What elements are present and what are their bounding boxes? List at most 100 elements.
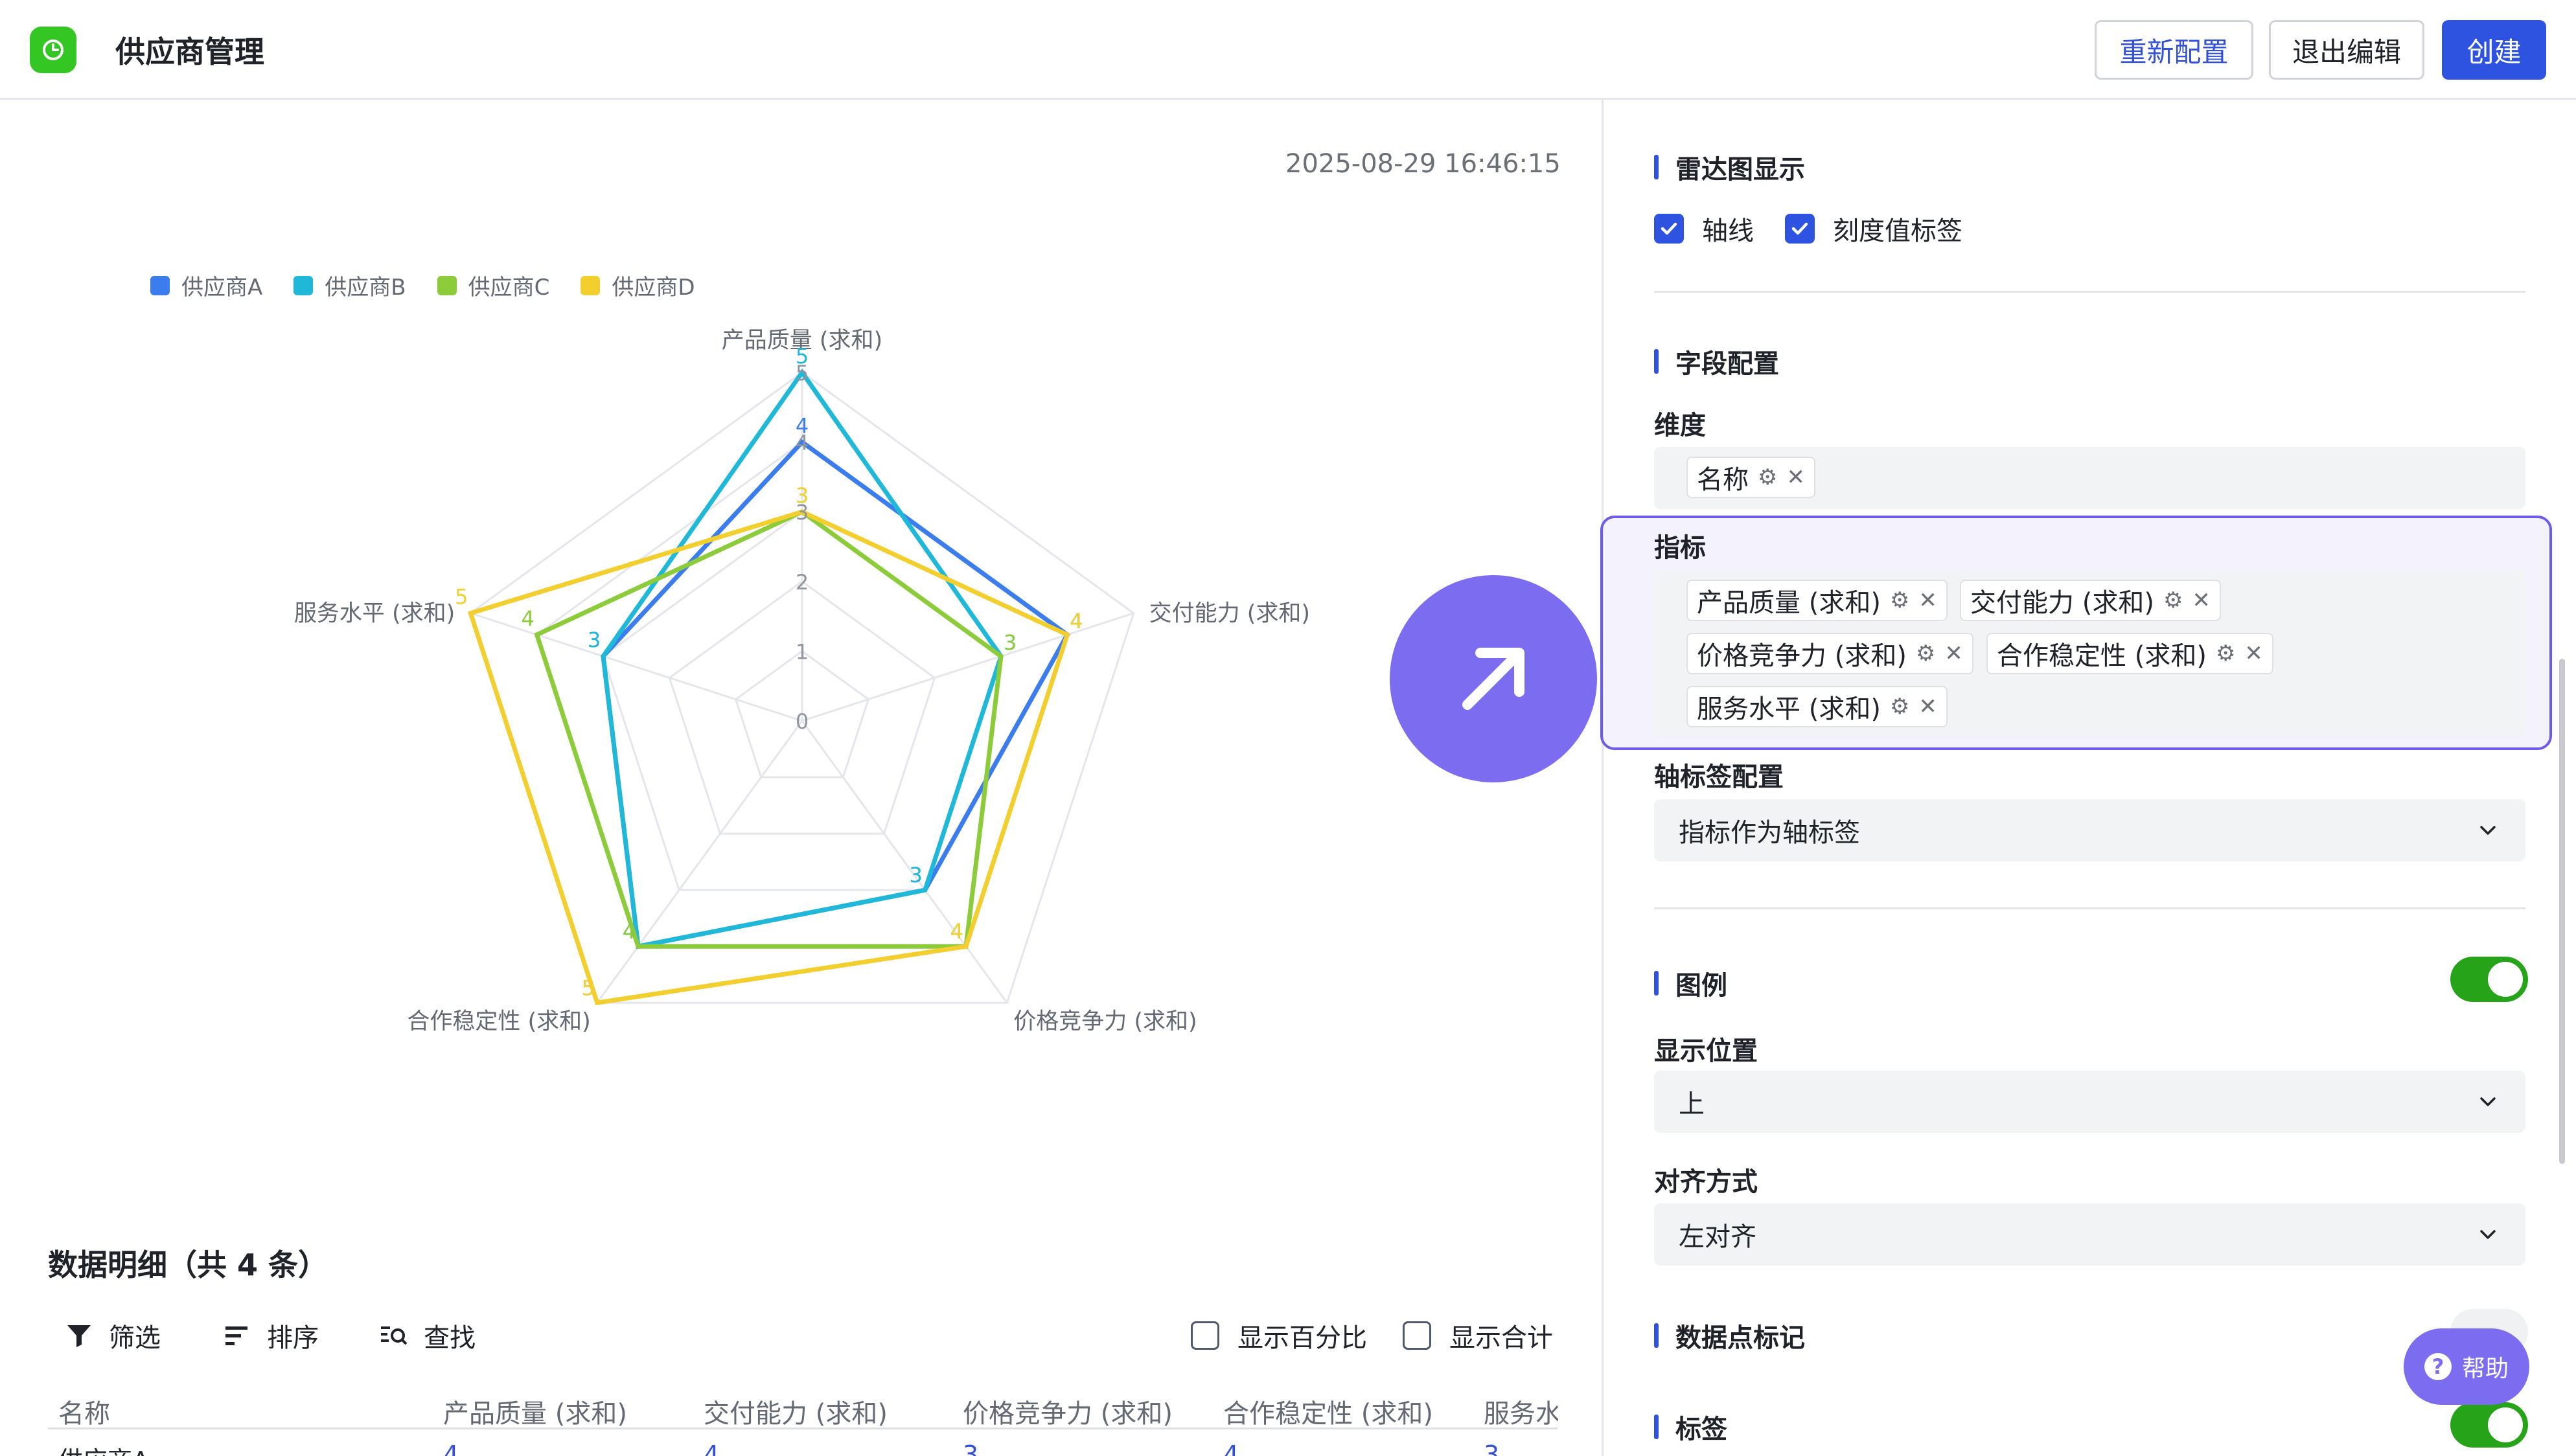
tick-label-label: 刻度值标签 [1833,216,1962,246]
legend-toggle[interactable] [2450,957,2528,1002]
section-title: 标签 [1675,1415,1727,1444]
data-detail-title: 数据明细（共 4 条） [48,1247,328,1282]
radar-value-label: 4 [1070,609,1083,633]
exit-edit-button[interactable]: 退出编辑 [2269,20,2424,80]
table-cell: 4 [704,1440,720,1456]
radar-value-label: 5 [582,975,595,1000]
filter-label: 筛选 [109,1323,161,1353]
gear-icon[interactable]: ⚙ [2216,641,2235,666]
help-button[interactable]: ? 帮助 [2404,1328,2529,1405]
table-cell: 3 [963,1440,979,1456]
column-header[interactable]: 服务水平 (求和) [1484,1393,1558,1430]
select-value: 指标作为轴标签 [1679,818,1860,848]
tag-label: 价格竞争力 (求和) [1697,641,1907,671]
field-config-section: 字段配置 [1654,343,1779,380]
close-icon[interactable]: ✕ [1918,694,1937,720]
radar-display-section: 雷达图显示 [1654,148,1805,186]
radar-value-label: 5 [455,585,468,609]
section-marker [1654,155,1659,179]
column-header[interactable]: 价格竞争力 (求和) [963,1393,1173,1430]
sort-label: 排序 [267,1323,319,1353]
radar-indicator-label: 服务水平 (求和) [294,601,455,627]
table-cell-name: 供应商A [58,1440,149,1456]
column-header[interactable]: 名称 [58,1393,110,1430]
close-icon[interactable]: ✕ [1786,464,1805,490]
gear-icon[interactable]: ⚙ [1916,641,1935,666]
close-icon[interactable]: ✕ [1918,587,1937,613]
axis-line-checkbox[interactable] [1654,214,1684,244]
radar-axis-line [801,612,1134,722]
chevron-down-icon [2480,826,2496,835]
tick-label-checkbox[interactable] [1785,214,1815,244]
show-total-label: 显示合计 [1449,1323,1553,1353]
metric-label: 指标 [1654,533,1706,563]
close-icon[interactable]: ✕ [1944,641,1963,666]
find-button[interactable]: 查找 [380,1317,476,1354]
table-cell: 3 [1484,1440,1500,1456]
dimension-tag[interactable]: 名称 ⚙ ✕ [1686,457,1815,498]
tag-label: 交付能力 (求和) [1970,588,2154,618]
gear-icon[interactable]: ⚙ [2163,587,2183,613]
chevron-down-icon [2480,1230,2496,1239]
radar-tick-label: 1 [796,639,809,664]
tick-label-option[interactable]: 刻度值标签 [1785,210,1962,247]
radar-value-label: 4 [623,919,636,944]
close-icon[interactable]: ✕ [2192,587,2211,613]
axis-label-select[interactable]: 指标作为轴标签 [1654,799,2525,861]
data-point-section: 数据点标记 [1654,1317,1805,1354]
metric-tag[interactable]: 服务水平 (求和) ⚙ ✕ [1686,686,1948,727]
tag-label: 产品质量 (求和) [1697,588,1881,618]
column-header[interactable]: 合作稳定性 (求和) [1223,1393,1433,1430]
metric-tag[interactable]: 合作稳定性 (求和) ⚙ ✕ [1986,633,2273,674]
radar-value-label: 3 [796,483,809,508]
gear-icon[interactable]: ⚙ [1890,587,1909,613]
metric-tag[interactable]: 产品质量 (求和) ⚙ ✕ [1686,580,1948,621]
section-title: 字段配置 [1675,349,1779,379]
gear-icon[interactable]: ⚙ [1758,464,1777,490]
chevron-down-icon [2480,1097,2496,1106]
section-marker [1654,1323,1659,1348]
sort-button[interactable]: 排序 [223,1317,319,1354]
tag-label: 名称 [1697,465,1749,495]
label-toggle[interactable] [2450,1402,2528,1448]
align-label: 对齐方式 [1654,1167,1758,1197]
check-icon [1661,222,1677,235]
axis-label-config-label: 轴标签配置 [1654,762,1784,792]
show-percent-label: 显示百分比 [1237,1323,1367,1353]
question-icon: ? [2424,1353,2452,1380]
filter-button[interactable]: 筛选 [65,1317,161,1354]
show-percent-checkbox[interactable] [1191,1321,1219,1350]
table-divider [48,1428,1558,1429]
show-total-option[interactable]: 显示合计 [1403,1317,1553,1354]
gear-icon[interactable]: ⚙ [1890,694,1909,720]
divider [1654,291,2525,293]
table-cell: 4 [1223,1440,1239,1456]
metric-tag[interactable]: 交付能力 (求和) ⚙ ✕ [1960,580,2221,621]
arrow-up-right-button[interactable] [1390,575,1597,782]
show-percent-option[interactable]: 显示百分比 [1191,1317,1367,1354]
position-label: 显示位置 [1654,1036,1758,1066]
axis-line-option[interactable]: 轴线 [1654,210,1754,247]
create-button[interactable]: 创建 [2442,20,2546,80]
radar-value-label: 3 [588,628,601,652]
config-scrollbar[interactable] [2559,659,2565,1164]
position-select[interactable]: 上 [1654,1071,2525,1133]
check-icon [1791,222,1808,235]
section-title: 图例 [1675,971,1727,1001]
reconfigure-button[interactable]: 重新配置 [2095,20,2253,80]
dimension-label: 维度 [1654,411,1706,440]
select-value: 左对齐 [1679,1222,1756,1252]
show-total-checkbox[interactable] [1403,1321,1431,1350]
section-marker [1654,349,1659,374]
radar-value-label: 3 [910,863,923,887]
close-icon[interactable]: ✕ [2244,641,2263,666]
column-header[interactable]: 产品质量 (求和) [443,1393,627,1430]
detail-table: 名称 产品质量 (求和) 交付能力 (求和) 价格竞争力 (求和) 合作稳定性 … [0,1373,1558,1456]
radar-axis-line [470,612,803,722]
radar-series-4 [467,509,1070,1006]
column-header[interactable]: 交付能力 (求和) [704,1393,888,1430]
align-select[interactable]: 左对齐 [1654,1203,2525,1266]
metric-tag[interactable]: 价格竞争力 (求和) ⚙ ✕ [1686,633,1973,674]
radar-tick-label: 0 [796,709,809,734]
section-title: 数据点标记 [1675,1323,1805,1353]
